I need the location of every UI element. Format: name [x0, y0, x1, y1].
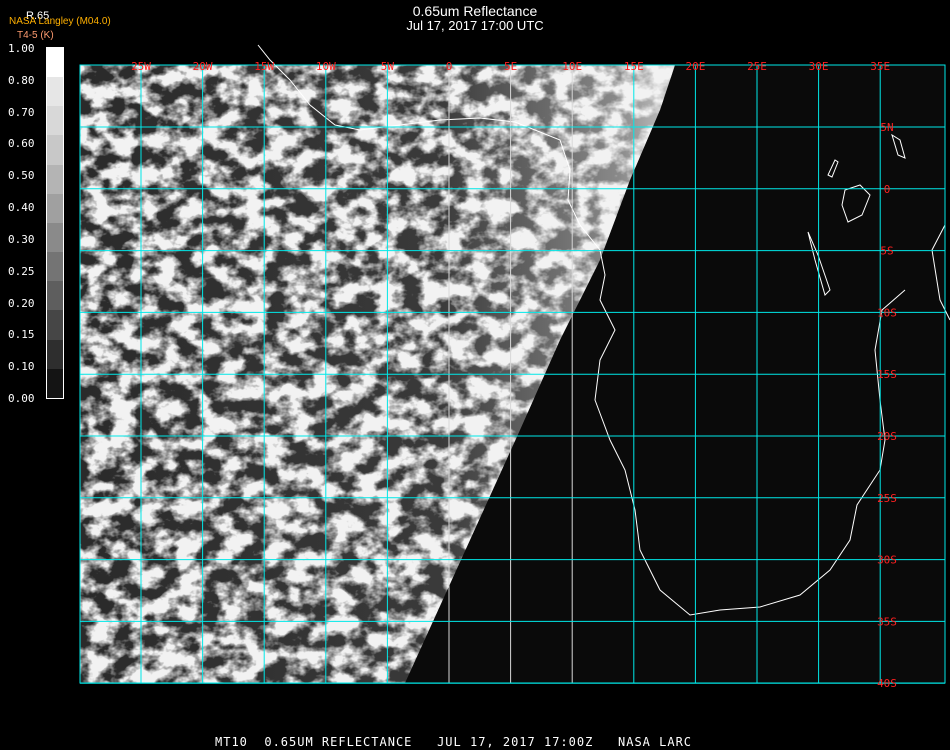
map-title: 0.65um Reflectance — [412, 3, 538, 19]
colorbar-segment — [47, 77, 63, 107]
credit-label: NASA Langley (M04.0) — [9, 16, 111, 27]
longitude-label: 0 — [446, 60, 453, 73]
colorbar-tick: 0.80 — [8, 73, 35, 87]
colorbar-tick: 0.25 — [8, 264, 35, 278]
map-timestamp: Jul 17, 2017 17:00 UTC — [406, 18, 544, 33]
colorbar-segment — [47, 310, 63, 340]
colorbar-tick: 0.50 — [8, 169, 35, 183]
colorbar-tick: 0.00 — [8, 392, 35, 405]
colorbar-segment — [47, 193, 63, 223]
colorbar-tick: 0.20 — [8, 296, 35, 310]
longitude-label: 5E — [504, 60, 517, 73]
colorbar-tick: 0.70 — [8, 105, 35, 119]
colorbar-tick: 0.30 — [8, 232, 35, 246]
satellite-map: 25W 20W 15W 10W 5W 0 5E 10E 15E 20E 25E 30E 35E 5N 0 5S… — [79, 44, 950, 690]
colorbar-segment — [47, 281, 63, 311]
longitude-label: 10E — [562, 60, 582, 73]
colorbar-segment — [47, 252, 63, 282]
latitude-label: 5S — [880, 245, 893, 258]
latitude-label: 5N — [880, 121, 893, 134]
latitude-label: 15S — [877, 368, 897, 381]
latitude-label: 25S — [877, 492, 897, 505]
colorbar-segment — [47, 48, 63, 78]
longitude-label: 15W — [254, 60, 274, 73]
latitude-label: 30S — [877, 554, 897, 567]
colorbar-segment — [47, 339, 63, 369]
colorbar-segment — [47, 164, 63, 194]
colorbar-segment — [47, 106, 63, 136]
longitude-label: 15E — [624, 60, 644, 73]
longitude-label: 25E — [747, 60, 767, 73]
colorbar-segment — [47, 222, 63, 253]
colorbar-tick: 1.00 — [8, 42, 35, 55]
colorbar-segment — [47, 368, 63, 398]
colorbar-segment — [47, 135, 63, 165]
colorbar-tick: 0.15 — [8, 328, 35, 342]
latitude-label: 35S — [877, 615, 897, 628]
longitude-label: 5W — [381, 60, 395, 73]
latitude-label: 10S — [877, 306, 897, 319]
longitude-label: 20E — [685, 60, 705, 73]
latitude-label: 0 — [884, 183, 891, 196]
colorbar-tick: 0.60 — [8, 137, 35, 151]
colorbar-tick: 0.10 — [8, 360, 35, 374]
latitude-label: 40S — [877, 677, 897, 690]
colorbar — [46, 47, 64, 399]
longitude-label: 20W — [193, 60, 213, 73]
longitude-label: 10W — [316, 60, 336, 73]
footer-caption: MT10 0.65UM REFLECTANCE JUL 17, 2017 17:… — [215, 735, 693, 749]
secondary-label: T4-5 (K) — [17, 30, 54, 41]
latitude-label: 20S — [877, 430, 897, 443]
longitude-label: 30E — [809, 60, 829, 73]
colorbar-tick: 0.40 — [8, 201, 35, 215]
longitude-label: 25W — [131, 60, 151, 73]
longitude-label: 35E — [870, 60, 890, 73]
